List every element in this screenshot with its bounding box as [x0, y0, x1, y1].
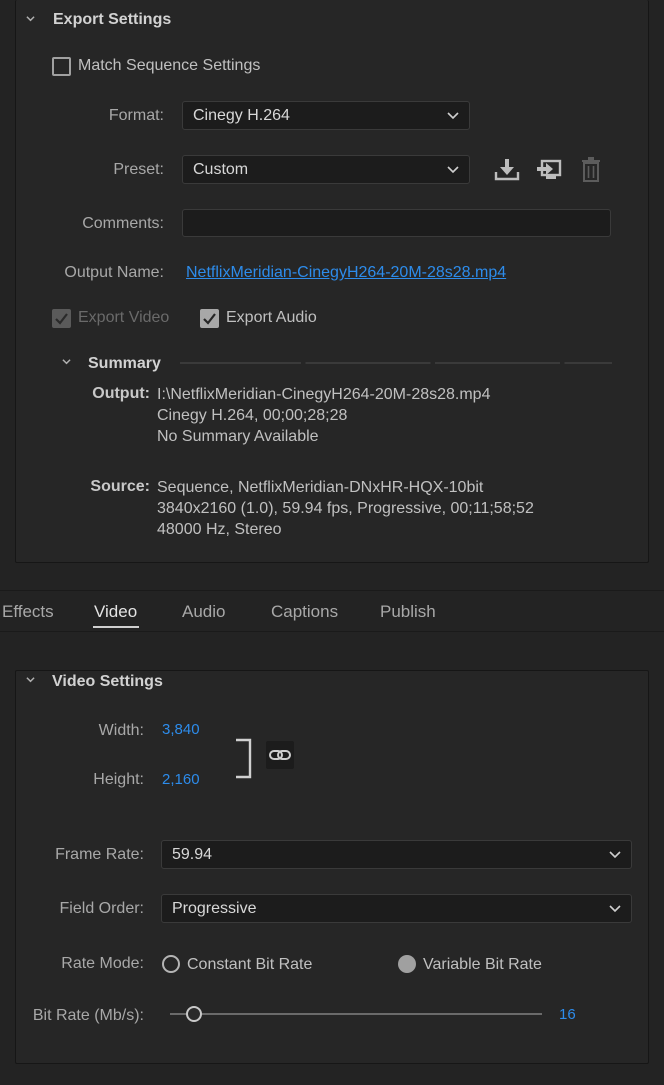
summary-source-line-1: Sequence, NetflixMeridian-DNxHR-HQX-10bi… — [157, 479, 484, 496]
bit-rate-slider-handle[interactable] — [185, 1006, 202, 1022]
chevron-down-icon[interactable] — [62, 357, 71, 366]
link-icon — [269, 750, 291, 760]
frame-rate-label: Frame Rate: — [55, 846, 144, 863]
format-value: Cinegy H.264 — [193, 107, 290, 124]
video-settings-title: Video Settings — [52, 673, 163, 690]
summary-output-line-2: Cinegy H.264, 00;00;28;28 — [157, 407, 348, 424]
tab-effects[interactable]: Effects — [2, 602, 54, 622]
bit-rate-label: Bit Rate (Mb/s): — [32, 1007, 144, 1024]
tab-video-underline — [93, 626, 139, 628]
output-name-label: Output Name: — [64, 264, 164, 281]
field-order-value: Progressive — [172, 900, 257, 917]
export-audio-checkbox[interactable] — [200, 309, 219, 328]
tab-publish[interactable]: Publish — [380, 602, 436, 622]
tab-video[interactable]: Video — [94, 602, 137, 622]
chevron-down-icon — [609, 851, 621, 859]
variable-bit-rate-radio[interactable] — [398, 955, 416, 973]
format-label: Format: — [108, 107, 164, 124]
output-name-link[interactable]: NetflixMeridian-CinegyH264-20M-28s28.mp4 — [186, 264, 506, 282]
export-settings-title: Export Settings — [53, 11, 172, 28]
export-video-checkbox[interactable] — [52, 309, 71, 328]
chevron-down-icon[interactable] — [26, 14, 35, 23]
export-audio-label[interactable]: Export Audio — [226, 309, 317, 327]
preset-label: Preset: — [113, 161, 164, 178]
comments-label: Comments: — [82, 215, 164, 232]
chevron-down-icon — [447, 112, 459, 120]
delete-preset-icon[interactable] — [580, 157, 602, 183]
comments-input[interactable] — [182, 209, 611, 237]
constrain-proportions-button[interactable] — [266, 741, 294, 769]
height-label: Height: — [93, 771, 144, 788]
summary-title: Summary — [88, 355, 161, 372]
tab-captions[interactable]: Captions — [271, 602, 338, 622]
width-label: Width: — [98, 722, 144, 739]
format-dropdown[interactable]: Cinegy H.264 — [182, 101, 470, 130]
tab-audio[interactable]: Audio — [182, 602, 225, 622]
frame-rate-dropdown[interactable]: 59.94 — [161, 840, 632, 869]
save-preset-icon[interactable] — [494, 158, 520, 182]
rate-mode-label: Rate Mode: — [61, 955, 144, 972]
aspect-bracket — [236, 738, 252, 779]
summary-source-line-2: 3840x2160 (1.0), 59.94 fps, Progressive,… — [157, 500, 534, 517]
preset-value: Custom — [193, 161, 249, 178]
summary-source-key: Source: — [90, 478, 150, 495]
summary-source-line-3: 48000 Hz, Stereo — [157, 521, 282, 538]
preset-dropdown[interactable]: Custom — [182, 155, 470, 184]
bit-rate-value[interactable]: 16 — [559, 1006, 576, 1023]
width-value[interactable]: 3,840 — [162, 721, 200, 738]
summary-output-line-3: No Summary Available — [157, 428, 319, 445]
variable-bit-rate-label[interactable]: Variable Bit Rate — [423, 956, 542, 974]
chevron-down-icon — [447, 166, 459, 174]
summary-output-line-1: I:\NetflixMeridian-CinegyH264-20M-28s28.… — [157, 386, 491, 403]
checkmark-icon — [203, 313, 216, 325]
field-order-dropdown[interactable]: Progressive — [161, 894, 632, 923]
bit-rate-slider-track[interactable] — [170, 1013, 542, 1015]
export-video-label[interactable]: Export Video — [78, 309, 169, 327]
constant-bit-rate-label[interactable]: Constant Bit Rate — [187, 956, 312, 974]
checkmark-icon — [55, 313, 68, 325]
field-order-label: Field Order: — [59, 900, 144, 917]
summary-output-key: Output: — [92, 385, 150, 402]
summary-divider — [180, 362, 612, 364]
constant-bit-rate-radio[interactable] — [162, 955, 180, 973]
chevron-down-icon[interactable] — [26, 675, 35, 684]
frame-rate-value: 59.94 — [172, 846, 213, 863]
match-sequence-checkbox[interactable] — [52, 57, 71, 76]
import-preset-icon[interactable] — [536, 158, 562, 182]
height-value[interactable]: 2,160 — [162, 771, 200, 788]
chevron-down-icon — [609, 905, 621, 913]
match-sequence-label[interactable]: Match Sequence Settings — [78, 57, 260, 75]
